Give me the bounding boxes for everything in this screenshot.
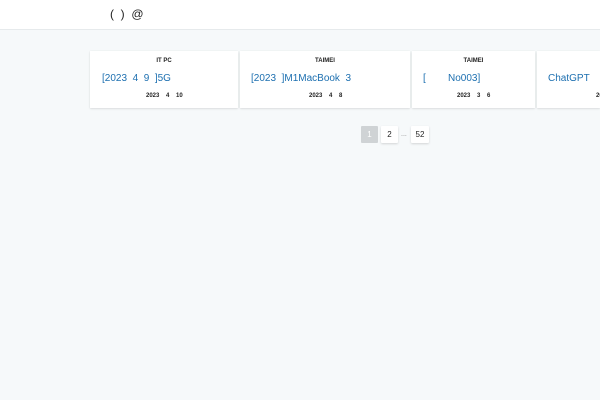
card-title-link[interactable]: [2023 4 9 ]5G: [102, 72, 171, 85]
page-button[interactable]: 2: [381, 126, 398, 143]
page-button-last[interactable]: 52: [411, 126, 429, 143]
page-button-current[interactable]: 1: [361, 126, 378, 143]
article-card[interactable]: TAIMEI [2023 ]M1MacBook 3 2023 4 8: [240, 51, 410, 108]
article-card[interactable]: IT PC [2023 4 9 ]5G 2023 4 10: [90, 51, 238, 108]
card-category: IT PC: [156, 58, 172, 64]
card-title-link[interactable]: [ No003]: [423, 72, 480, 85]
card-date: 2023 4 10: [146, 93, 183, 99]
card-title-link[interactable]: [2023 ]M1MacBook 3: [251, 72, 351, 85]
card-date: 2023 3 6: [457, 93, 491, 99]
card-category: TAIMEI: [315, 58, 335, 64]
pagination-ellipsis: ...: [401, 131, 407, 138]
article-card[interactable]: TAIMEI [ No003] 2023 3 6: [412, 51, 535, 108]
article-list: IT PC [2023 4 9 ]5G 2023 4 10 TAIMEI [20…: [0, 0, 600, 400]
card-date: 2023 4 8: [309, 93, 343, 99]
article-card[interactable]: ChatGPT 20: [537, 51, 600, 108]
card-category: TAIMEI: [463, 58, 484, 64]
card-date: 20: [596, 93, 600, 99]
card-title-link[interactable]: ChatGPT: [548, 72, 590, 85]
